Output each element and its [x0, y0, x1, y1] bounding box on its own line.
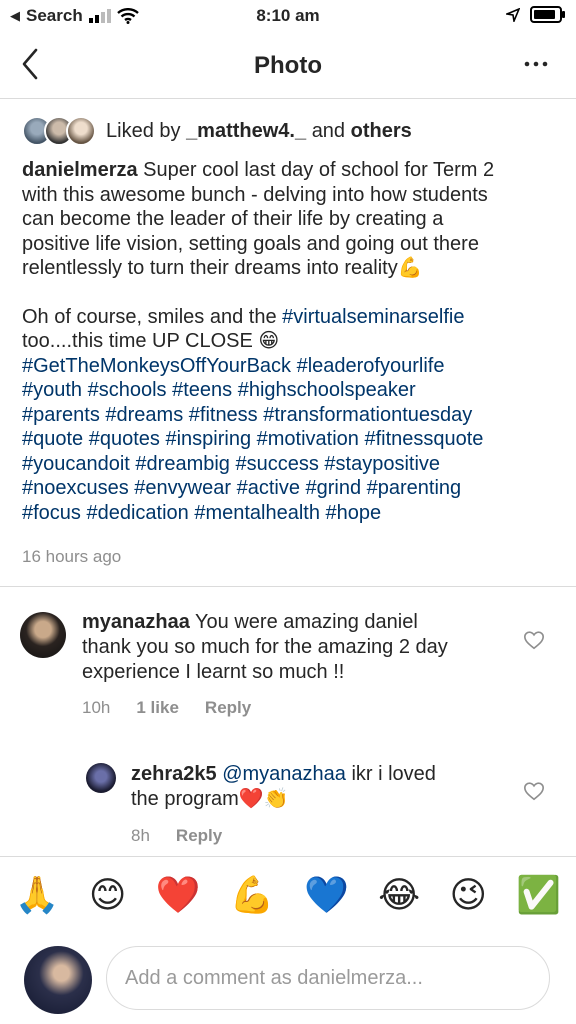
- liked-by-row[interactable]: Liked by _matthew4._ and others: [22, 116, 412, 146]
- grinning-emoji: 😁: [258, 330, 280, 352]
- liker-avatars: [22, 116, 96, 146]
- comment: myanazhaa You were amazing daniel thank …: [0, 608, 576, 728]
- like-heart-icon[interactable]: [523, 629, 545, 651]
- comment-time: 10h: [82, 698, 111, 717]
- hashtag-line[interactable]: #youcandoit #dreambig #success #stayposi…: [22, 452, 562, 477]
- emoji-check-mark[interactable]: ✅: [516, 872, 561, 920]
- comment-likes[interactable]: 1 like: [136, 698, 179, 718]
- divider: [0, 586, 576, 587]
- hashtag-link[interactable]: #virtualseminarselfie: [282, 306, 464, 328]
- reply-button[interactable]: Reply: [176, 826, 222, 846]
- page-title: Photo: [254, 52, 322, 79]
- comment-text: zehra2k5 @myanazhaa ikr i loved the prog…: [131, 763, 436, 810]
- comment-author[interactable]: zehra2k5: [131, 763, 217, 785]
- divider: [0, 856, 576, 857]
- emoji-blue-heart[interactable]: 💙: [304, 872, 349, 920]
- hashtag-line[interactable]: #quote #quotes #inspiring #motivation #f…: [22, 427, 562, 452]
- emoji-quick-bar: 🙏 😊 ❤️ 💪 💙 😂 😉 ✅: [0, 872, 576, 920]
- hashtag-line[interactable]: #youth #schools #teens #highschoolspeake…: [22, 378, 562, 403]
- comment-author[interactable]: myanazhaa: [82, 611, 190, 633]
- hashtag-line[interactable]: #focus #dedication #mentalhealth #hope: [22, 501, 562, 526]
- emoji-folded-hands[interactable]: 🙏: [15, 872, 60, 920]
- emoji-smiling[interactable]: 😊: [89, 872, 127, 920]
- caption-author[interactable]: danielmerza: [22, 159, 138, 181]
- liker-avatar: [66, 116, 96, 146]
- comment-input[interactable]: [106, 946, 550, 1010]
- avatar: [24, 946, 92, 1014]
- flexed-biceps-emoji: 💪: [397, 257, 423, 279]
- comment-text: myanazhaa You were amazing daniel thank …: [82, 611, 448, 683]
- avatar[interactable]: [20, 612, 66, 658]
- clock: 8:10 am: [256, 6, 320, 25]
- emoji-flexed-biceps[interactable]: 💪: [230, 872, 275, 920]
- location-arrow-icon: [506, 7, 520, 22]
- emoji-winking[interactable]: 😉: [450, 872, 488, 920]
- liked-by-user[interactable]: _matthew4._: [186, 120, 306, 142]
- post-timestamp: 16 hours ago: [22, 547, 122, 566]
- emoji-red-heart[interactable]: ❤️: [156, 872, 201, 920]
- nav-bar: Photo: [0, 34, 576, 99]
- reply-button[interactable]: Reply: [205, 698, 251, 718]
- hashtag-line[interactable]: #parents #dreams #fitness #transformatio…: [22, 403, 562, 428]
- more-options-icon[interactable]: [522, 50, 550, 78]
- hashtag-line[interactable]: #noexcuses #envywear #active #grind #par…: [22, 476, 562, 501]
- liked-by-text: Liked by _matthew4._ and others: [106, 119, 412, 142]
- comment-reply: zehra2k5 @myanazhaa ikr i loved the prog…: [0, 760, 576, 852]
- battery-icon: [530, 6, 565, 23]
- mention-link[interactable]: @myanazhaa: [222, 763, 346, 785]
- status-bar: ◀ Search 8:10 am: [0, 0, 576, 32]
- emoji-tears-of-joy[interactable]: 😂: [378, 872, 420, 920]
- post-caption: danielmerza Super cool last day of schoo…: [22, 158, 562, 525]
- hashtag-line[interactable]: #GetTheMonkeysOffYourBack #leaderofyourl…: [22, 354, 562, 379]
- liked-by-others[interactable]: others: [351, 120, 412, 142]
- comment-time: 8h: [131, 826, 150, 845]
- avatar[interactable]: [86, 763, 116, 793]
- heart-clap-emoji: ❤️👏: [238, 788, 289, 810]
- like-heart-icon[interactable]: [523, 780, 545, 802]
